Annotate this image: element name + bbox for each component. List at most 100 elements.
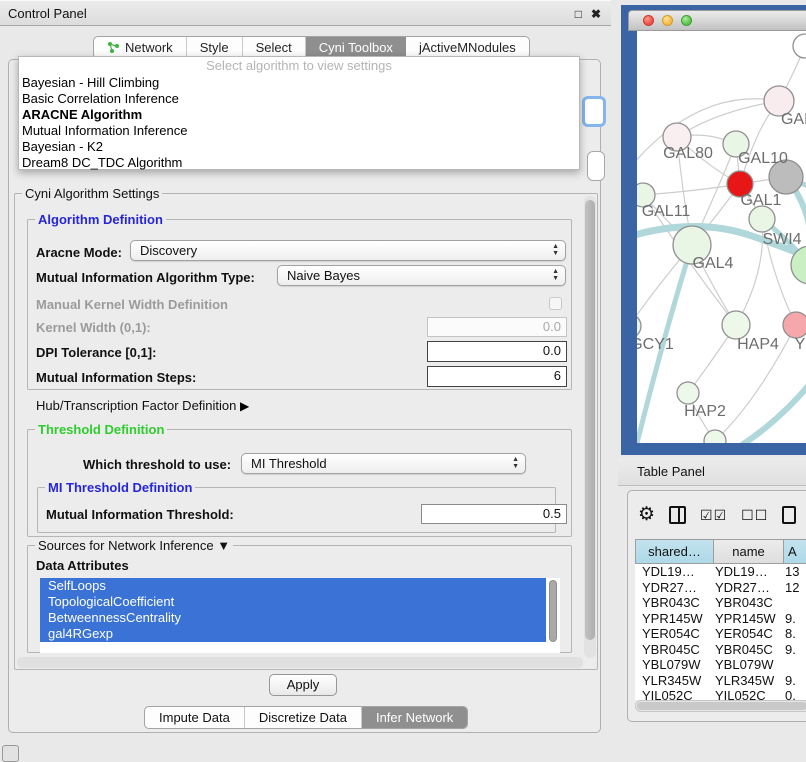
table-cell: YLR345W — [635, 673, 713, 689]
tab-discretize-data[interactable]: Discretize Data — [245, 707, 362, 728]
network-edge-highlighted[interactable] — [729, 359, 806, 443]
aracne-mode-label: Aracne Mode: — [36, 245, 122, 260]
network-window-titlebar[interactable] — [628, 10, 806, 31]
node-top-right[interactable] — [793, 34, 806, 58]
algorithm-dropdown-placeholder: Select algorithm to view settings — [19, 57, 579, 75]
docked-panel-icon[interactable] — [2, 745, 19, 762]
node-hap2[interactable] — [677, 382, 699, 404]
settings-vertical-scrollbar[interactable] — [584, 196, 596, 658]
network-canvas[interactable]: GALGAL80GAL10GAL1GAL11SWI4GAL4GCY1HAP4YH… — [637, 31, 806, 443]
column-header-shared[interactable]: shared… — [636, 540, 714, 563]
table-cell: YPR145W — [635, 611, 713, 627]
table-body: YDL19…YDL19…13YDR27…YDR27…12YBR043CYBR04… — [635, 564, 806, 700]
algorithm-option[interactable]: Basic Correlation Inference — [19, 91, 579, 107]
table-row[interactable]: YPR145WYPR145W9. — [635, 611, 806, 627]
cyni-algorithm-settings-title: Cyni Algorithm Settings — [22, 186, 162, 201]
table-row[interactable]: YIL052CYIL052C0. — [635, 688, 806, 700]
which-threshold-combo[interactable]: MI Threshold ▲▼ — [241, 453, 526, 474]
select-all-checkboxes-icon[interactable]: ☑☑ — [700, 507, 727, 523]
node-hap4[interactable] — [722, 311, 750, 339]
tab-cyni-toolbox-label: Cyni Toolbox — [319, 37, 393, 58]
data-table-combo-fragment[interactable] — [587, 151, 605, 181]
table-settings-gear-icon[interactable]: ⚙ — [638, 505, 655, 525]
network-edge[interactable] — [643, 184, 740, 195]
mi-steps-field[interactable]: 6 — [427, 366, 567, 387]
tab-impute-data[interactable]: Impute Data — [145, 707, 245, 728]
table-cell: YER054C — [713, 626, 783, 642]
table-row[interactable]: YBL079WYBL079W — [635, 657, 806, 673]
node-hap4-label: HAP4 — [737, 336, 779, 353]
data-attribute-item[interactable]: BetweennessCentrality — [40, 610, 546, 626]
tab-jactivemnodules[interactable]: jActiveMNodules — [406, 37, 529, 58]
table-cell: 9. — [783, 642, 806, 658]
tab-style-label: Style — [200, 37, 229, 58]
table-row[interactable]: YLR345WYLR345W9. — [635, 673, 806, 689]
dpi-tolerance-field[interactable]: 0.0 — [427, 341, 567, 362]
table-cell: YER054C — [635, 626, 713, 642]
apply-button[interactable]: Apply — [269, 674, 337, 696]
control-panel-titlebar: Control Panel □ ✖ — [0, 0, 611, 26]
inference-algorithm-combo-fragment[interactable] — [582, 96, 606, 127]
mi-threshold-group-title: MI Threshold Definition — [45, 480, 195, 495]
column-layout-icon[interactable] — [669, 506, 686, 524]
data-attribute-item[interactable]: SelfLoops — [40, 578, 546, 594]
tab-network[interactable]: Network — [94, 37, 187, 58]
algorithm-option[interactable]: ARACNE Algorithm — [19, 107, 579, 123]
data-attribute-item[interactable]: TopologicalCoefficient — [40, 594, 546, 610]
table-cell: YBL079W — [713, 657, 783, 673]
mi-threshold-field[interactable]: 0.5 — [421, 504, 567, 524]
table-cell: YDR27… — [713, 580, 783, 596]
table-row[interactable]: YBR043CYBR043C — [635, 595, 806, 611]
settings-horizontal-scrollbar[interactable] — [17, 657, 583, 668]
stepper-arrows-icon: ▲▼ — [552, 243, 559, 257]
node-gcy1[interactable] — [637, 314, 641, 338]
table-horizontal-scrollbar[interactable] — [635, 700, 806, 712]
tab-style[interactable]: Style — [187, 37, 243, 58]
table-row[interactable]: YER054CYER054C8. — [635, 626, 806, 642]
network-window-frame[interactable]: GALGAL80GAL10GAL1GAL11SWI4GAL4GCY1HAP4YH… — [621, 5, 806, 455]
tab-select[interactable]: Select — [243, 37, 306, 58]
algorithm-option[interactable]: Bayesian - Hill Climbing — [19, 75, 579, 91]
tab-jactivemnodules-label: jActiveMNodules — [419, 37, 516, 58]
node-swi4-label: SWI4 — [762, 231, 801, 248]
node-bottom[interactable] — [704, 430, 726, 443]
table-row[interactable]: YBR045CYBR045C9. — [635, 642, 806, 658]
table-row[interactable]: YDR27…YDR27…12 — [635, 580, 806, 596]
mi-type-label: Mutual Information Algorithm Type: — [36, 270, 255, 285]
sources-group-title[interactable]: Sources for Network Inference ▼ — [35, 538, 233, 553]
algorithm-option[interactable]: Mutual Information Inference — [19, 123, 579, 139]
window-zoom-icon[interactable] — [681, 15, 692, 26]
aracne-mode-combo[interactable]: Discovery ▲▼ — [130, 240, 566, 261]
hub-definition-toggle[interactable]: Hub/Transcription Factor Definition ▶ — [36, 398, 249, 413]
node-swi4[interactable] — [749, 206, 775, 232]
node-gal4-label: GAL4 — [693, 255, 734, 272]
manual-kernel-checkbox[interactable] — [549, 297, 562, 310]
stepper-arrows-icon: ▲▼ — [552, 268, 559, 282]
kernel-width-label: Kernel Width (0,1): — [36, 320, 151, 335]
table-header-row: shared… name A — [635, 539, 806, 564]
column-header-partial[interactable]: A — [784, 540, 806, 563]
close-panel-icon[interactable]: ✖ — [591, 8, 601, 20]
window-close-icon[interactable] — [643, 15, 654, 26]
new-table-icon[interactable] — [782, 506, 796, 524]
tab-infer-network[interactable]: Infer Network — [362, 707, 467, 728]
data-attribute-item[interactable]: gal4RGexp — [40, 626, 546, 642]
algorithm-option[interactable]: Bayesian - K2 — [19, 139, 579, 155]
table-cell: YDL19… — [713, 564, 783, 580]
window-minimize-icon[interactable] — [662, 15, 673, 26]
table-row[interactable]: YDL19…YDL19…13 — [635, 564, 806, 580]
attributes-scrollbar[interactable] — [549, 580, 557, 642]
tab-cyni-toolbox[interactable]: Cyni Toolbox — [306, 37, 406, 58]
network-edge[interactable] — [677, 101, 779, 137]
mi-type-combo[interactable]: Naive Bayes ▲▼ — [277, 265, 566, 286]
dpi-tolerance-label: DPI Tolerance [0,1]: — [36, 345, 156, 360]
node-salmon[interactable] — [783, 312, 806, 338]
column-header-name[interactable]: name — [714, 540, 784, 563]
mi-steps-label: Mutual Information Steps: — [36, 370, 196, 385]
algorithm-option[interactable]: Dream8 DC_TDC Algorithm — [19, 155, 579, 171]
float-panel-icon[interactable]: □ — [575, 8, 582, 20]
table-panel-titlebar: Table Panel — [618, 458, 806, 486]
kernel-width-field[interactable]: 0.0 — [427, 317, 567, 337]
deselect-all-checkboxes-icon[interactable]: ☐☐ — [741, 507, 768, 523]
data-attributes-list[interactable]: SelfLoopsTopologicalCoefficientBetweenne… — [40, 578, 560, 653]
